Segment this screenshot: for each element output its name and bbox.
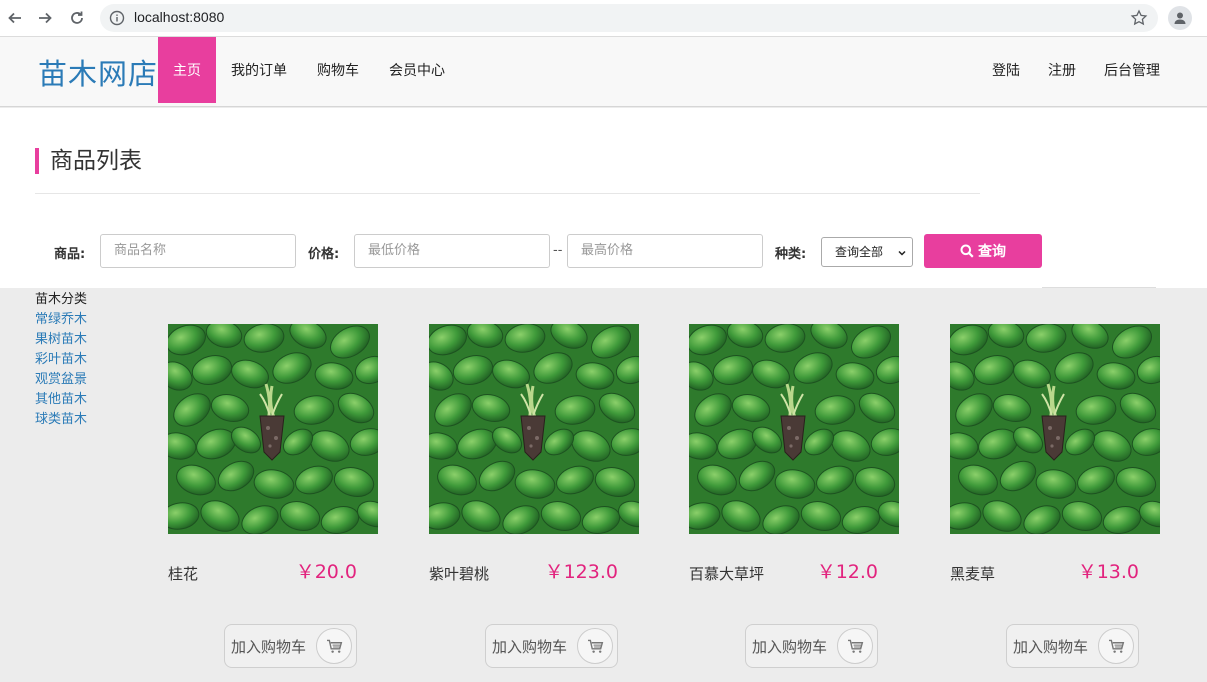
- nav-login[interactable]: 登陆: [978, 37, 1034, 103]
- account-nav: 登陆 注册 后台管理: [978, 37, 1174, 103]
- nav-member-center[interactable]: 会员中心: [374, 37, 460, 103]
- add-to-cart-button[interactable]: 加入购物车: [224, 624, 357, 668]
- nav-home[interactable]: 主页: [158, 37, 216, 103]
- product-image[interactable]: [950, 324, 1160, 534]
- type-select-value: 查询全部: [835, 245, 884, 259]
- nav-register[interactable]: 注册: [1034, 37, 1090, 103]
- price-label: 价格:: [308, 247, 340, 262]
- category-link[interactable]: 观赏盆景: [35, 370, 135, 390]
- product-image[interactable]: [689, 324, 899, 534]
- max-price-input[interactable]: 最高价格: [567, 234, 763, 268]
- search-icon: [960, 244, 974, 258]
- panel-divider: [1042, 287, 1156, 288]
- product-price: ￥13.0: [1077, 561, 1139, 583]
- add-to-cart-label: 加入购物车: [1013, 637, 1089, 656]
- category-sidebar: 苗木分类 常绿乔木 果树苗木 彩叶苗木 观赏盆景 其他苗木 球类苗木: [35, 290, 135, 430]
- profile-avatar-icon[interactable]: [1168, 6, 1192, 30]
- product-price: ￥20.0: [295, 561, 357, 583]
- url-text: localhost:8080: [134, 9, 225, 25]
- site-logo[interactable]: 苗木网店: [38, 51, 158, 93]
- search-form: 商品: 商品名称 价格: 最低价格 -- 最高价格 种类: 查询全部 查询: [0, 234, 1207, 268]
- cart-icon: [1098, 628, 1134, 664]
- category-link[interactable]: 球类苗木: [35, 410, 135, 430]
- product-name[interactable]: 黑麦草: [950, 563, 995, 584]
- cart-icon: [837, 628, 873, 664]
- product-card: 百慕大草坪 ￥12.0 加入购物车: [689, 324, 899, 674]
- site-header: 苗木网店 主页 我的订单 购物车 会员中心 登陆 注册 后台管理: [0, 37, 1207, 107]
- add-to-cart-button[interactable]: 加入购物车: [745, 624, 878, 668]
- cart-icon: [316, 628, 352, 664]
- cart-icon: [577, 628, 613, 664]
- search-panel: 商品列表 商品: 商品名称 价格: 最低价格 -- 最高价格 种类: 查询全部 …: [0, 108, 1207, 288]
- address-bar[interactable]: localhost:8080: [100, 4, 1158, 32]
- product-price: ￥123.0: [544, 561, 618, 583]
- product-image[interactable]: [429, 324, 639, 534]
- query-button-label: 查询: [978, 244, 1006, 260]
- price-separator: --: [553, 243, 563, 258]
- title-divider: [35, 193, 980, 194]
- add-to-cart-button[interactable]: 加入购物车: [1006, 624, 1139, 668]
- product-price: ￥12.0: [816, 561, 878, 583]
- main-nav: 主页 我的订单 购物车 会员中心: [158, 37, 460, 103]
- browser-toolbar: localhost:8080: [0, 0, 1207, 37]
- add-to-cart-button[interactable]: 加入购物车: [485, 624, 618, 668]
- reload-icon[interactable]: [65, 6, 89, 30]
- bookmark-star-icon[interactable]: [1130, 9, 1148, 27]
- chevron-down-icon: [898, 250, 906, 256]
- nav-my-orders[interactable]: 我的订单: [216, 37, 302, 103]
- product-image[interactable]: [168, 324, 378, 534]
- product-card: 桂花 ￥20.0 加入购物车: [168, 324, 378, 674]
- category-link[interactable]: 果树苗木: [35, 330, 135, 350]
- category-link[interactable]: 彩叶苗木: [35, 350, 135, 370]
- product-card: 黑麦草 ￥13.0 加入购物车: [950, 324, 1160, 674]
- product-name[interactable]: 紫叶碧桃: [429, 563, 489, 584]
- info-icon[interactable]: [109, 10, 125, 26]
- add-to-cart-label: 加入购物车: [492, 637, 568, 656]
- page-title: 商品列表: [35, 148, 142, 174]
- category-link[interactable]: 常绿乔木: [35, 310, 135, 330]
- type-label: 种类:: [775, 247, 807, 262]
- nav-cart[interactable]: 购物车: [302, 37, 374, 103]
- query-button[interactable]: 查询: [924, 234, 1042, 268]
- add-to-cart-label: 加入购物车: [752, 637, 828, 656]
- product-name-label: 商品:: [54, 247, 86, 262]
- type-select[interactable]: 查询全部: [821, 237, 913, 267]
- category-heading: 苗木分类: [35, 292, 88, 307]
- nav-admin[interactable]: 后台管理: [1090, 37, 1174, 103]
- add-to-cart-label: 加入购物车: [231, 637, 307, 656]
- product-card: 紫叶碧桃 ￥123.0 加入购物车: [429, 324, 639, 674]
- product-name-input[interactable]: 商品名称: [100, 234, 296, 268]
- product-name[interactable]: 桂花: [168, 563, 198, 584]
- product-name[interactable]: 百慕大草坪: [689, 563, 764, 584]
- forward-icon[interactable]: [33, 6, 57, 30]
- category-link[interactable]: 其他苗木: [35, 390, 135, 410]
- min-price-input[interactable]: 最低价格: [354, 234, 550, 268]
- back-icon[interactable]: [3, 6, 27, 30]
